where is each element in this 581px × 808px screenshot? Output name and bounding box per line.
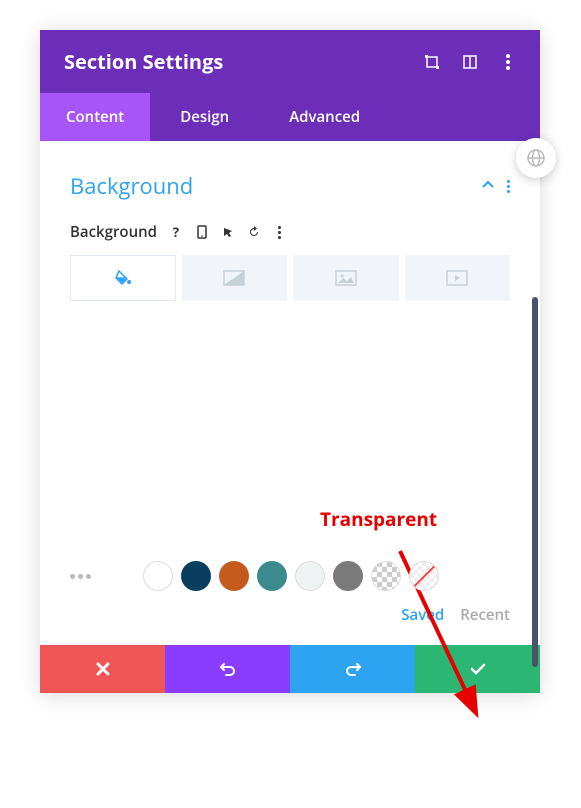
bg-tab-color[interactable] (70, 255, 176, 301)
color-swatches: Saved Recent (70, 561, 510, 625)
panel-title: Section Settings (64, 48, 223, 75)
background-label-row: Background ? (70, 221, 510, 243)
kebab-menu-icon[interactable] (500, 54, 516, 70)
section-header: Background (70, 171, 510, 201)
background-type-tabs (70, 255, 510, 301)
settings-panel: Section Settings Content Design Advanced… (40, 30, 540, 693)
undo-button[interactable] (165, 645, 290, 693)
more-icon[interactable] (269, 221, 291, 243)
swatch-2[interactable] (143, 561, 173, 591)
swatch-7[interactable] (333, 561, 363, 591)
tab-advanced[interactable]: Advanced (259, 93, 390, 141)
swatch-4[interactable] (219, 561, 249, 591)
swatch-3[interactable] (181, 561, 211, 591)
footer-actions (40, 645, 540, 693)
swatch-transparent[interactable] (409, 561, 439, 591)
swatch-links: Saved Recent (70, 605, 510, 625)
help-icon[interactable]: ? (165, 221, 187, 243)
background-label: Background (70, 222, 157, 242)
swatch-checker[interactable] (371, 561, 401, 591)
redo-button[interactable] (290, 645, 415, 693)
cancel-button[interactable] (40, 645, 165, 693)
bg-tab-image[interactable] (293, 255, 399, 301)
bg-tab-gradient[interactable] (182, 255, 288, 301)
annotation-label: Transparent (320, 506, 437, 532)
swatch-6[interactable] (295, 561, 325, 591)
reset-icon[interactable] (243, 221, 265, 243)
bg-tab-video[interactable] (405, 255, 511, 301)
section-menu-icon[interactable] (507, 180, 510, 193)
save-button[interactable] (415, 645, 540, 693)
swatch-1[interactable] (105, 561, 135, 591)
collapse-icon[interactable] (481, 175, 495, 197)
swatch-more-icon[interactable] (70, 574, 97, 579)
mobile-icon[interactable] (191, 221, 213, 243)
panel-header: Section Settings (40, 30, 540, 93)
swatch-5[interactable] (257, 561, 287, 591)
saved-link[interactable]: Saved (401, 605, 444, 625)
tab-design[interactable]: Design (150, 93, 259, 141)
tab-bar: Content Design Advanced (40, 93, 540, 141)
scrollbar[interactable] (532, 297, 538, 667)
header-actions (424, 54, 516, 70)
recent-link[interactable]: Recent (460, 605, 510, 625)
tab-content[interactable]: Content (40, 93, 150, 141)
expand-icon[interactable] (424, 54, 440, 70)
section-title[interactable]: Background (70, 171, 193, 201)
section-controls (481, 175, 510, 197)
hover-icon[interactable] (217, 221, 239, 243)
panel-layout-icon[interactable] (462, 54, 478, 70)
background-tool-icons: ? (165, 221, 291, 243)
panel-body: Background Background ? (40, 141, 540, 645)
